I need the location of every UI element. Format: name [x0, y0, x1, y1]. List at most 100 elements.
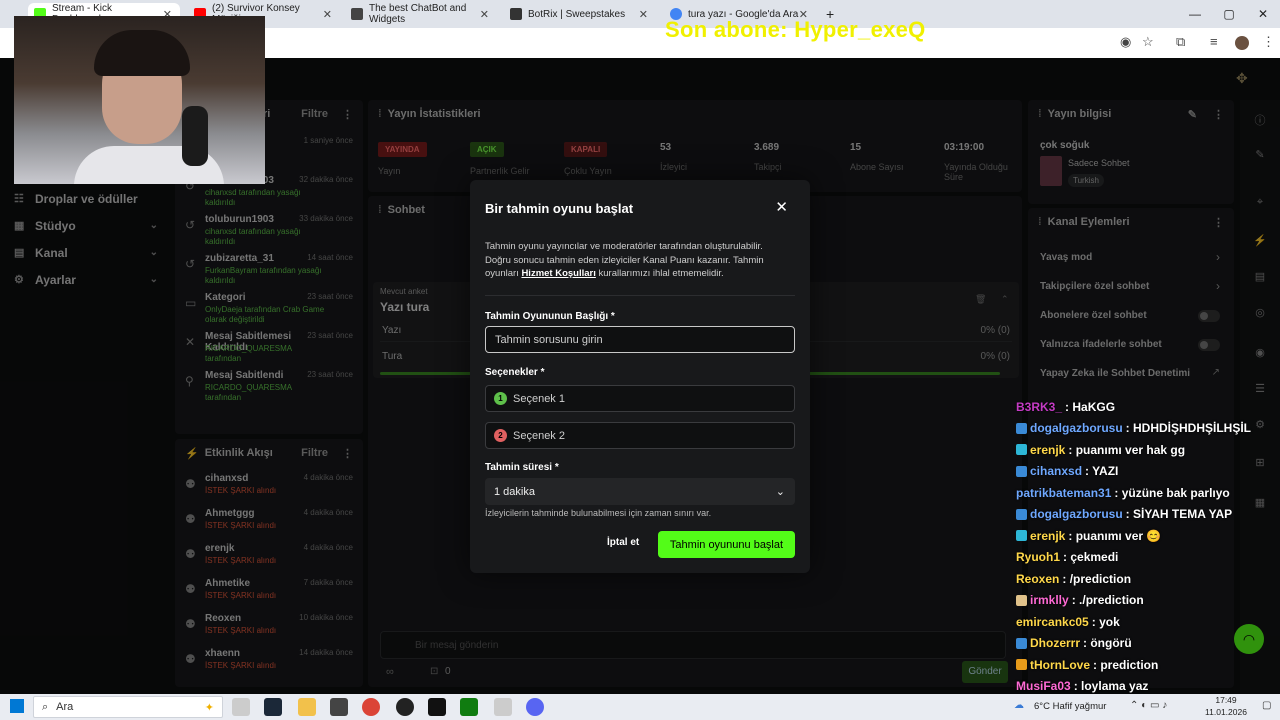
option-2-badge: 2: [494, 429, 507, 442]
chat-username[interactable]: tHornLove: [1030, 658, 1090, 672]
chat-message: irmklly: ./prediction: [1016, 590, 1276, 612]
eye-icon[interactable]: ◉: [1120, 34, 1131, 50]
chat-text: : çekmedi: [1063, 550, 1119, 565]
prediction-modal: Bir tahmin oyunu başlat ✕ Tahmin oyunu y…: [470, 180, 810, 573]
minimize-icon[interactable]: —: [1178, 0, 1212, 28]
notification-icon[interactable]: ▢: [1262, 700, 1271, 711]
input-placeholder: Tahmin sorusunu girin: [495, 333, 603, 346]
search-icon: ⌕: [42, 700, 49, 713]
chat-message: erenjk: puanımı ver hak gg: [1016, 439, 1276, 461]
close-icon[interactable]: ✕: [775, 198, 788, 216]
discord-icon[interactable]: [526, 698, 544, 716]
chat-text: : puanımı ver 😊: [1068, 528, 1162, 543]
taskbar-search[interactable]: ⌕ Ara ✦: [33, 696, 223, 718]
option-2-input[interactable]: 2 Seçenek 2: [485, 422, 795, 449]
store-icon[interactable]: [330, 698, 348, 716]
chat-text: : prediction: [1093, 657, 1159, 672]
tab-label: The best ChatBot and Widgets: [369, 3, 467, 25]
chat-username[interactable]: dogalgazborusu: [1030, 507, 1123, 521]
chat-username[interactable]: dogalgazborusu: [1030, 421, 1123, 435]
input-placeholder: Seçenek 1: [513, 392, 565, 405]
windows-start-icon[interactable]: [10, 699, 24, 713]
chat-badge-icon: [1016, 444, 1027, 456]
clock-date[interactable]: 11.01.2026: [1198, 707, 1254, 717]
maximize-icon[interactable]: ▢: [1212, 0, 1246, 28]
chrome-icon[interactable]: [362, 698, 380, 716]
chevron-down-icon: ⌄: [775, 486, 785, 498]
chat-username[interactable]: irmklly: [1030, 593, 1069, 607]
epic-games-icon[interactable]: [428, 698, 446, 716]
chat-text: : yüzüne bak parlıyo: [1114, 485, 1230, 500]
chat-username[interactable]: erenjk: [1030, 443, 1065, 457]
chat-text: : puanımı ver hak gg: [1068, 442, 1186, 457]
duration-select[interactable]: 1 dakika ⌄: [485, 478, 795, 505]
chat-username[interactable]: Dhozerrr: [1030, 636, 1080, 650]
chat-username[interactable]: erenjk: [1030, 529, 1065, 543]
chat-badge-icon: [1016, 530, 1027, 542]
chat-overlay: B3RK3_: HaKGG dogalgazborusu: HDHDİŞHDHŞİ…: [1016, 396, 1276, 697]
tray-icons[interactable]: ⌃ ◐ ▭ ♪: [1130, 700, 1167, 711]
duration-label: Tahmin süresi *: [485, 462, 559, 473]
duration-value: 1 dakika: [494, 485, 535, 498]
chat-text: : HDHDİŞHDHŞİLHŞİL: [1125, 421, 1252, 436]
chat-message: tHornLove: prediction: [1016, 654, 1276, 676]
weather-text[interactable]: 6°C Hafif yağmur: [1034, 701, 1106, 712]
chat-username[interactable]: Reoxen: [1016, 572, 1059, 586]
terms-link[interactable]: Hizmet Koşulları: [521, 268, 595, 279]
app-icon[interactable]: [494, 698, 512, 716]
chat-username[interactable]: MusiFa03: [1016, 679, 1071, 693]
bookmark-star-icon[interactable]: ☆: [1142, 34, 1154, 50]
extensions-icon[interactable]: ⧉: [1176, 34, 1185, 50]
duration-hint: İzleyicilerin tahminde bulunabilmesi içi…: [485, 508, 712, 518]
botrix-icon: [510, 8, 522, 20]
chat-message: patrikbateman31: yüzüne bak parlıyo: [1016, 482, 1276, 504]
chat-text: : yok: [1091, 614, 1120, 629]
chat-message: emircankc05: yok: [1016, 611, 1276, 633]
taskbar: ⌕ Ara ✦ ☁ 6°C Hafif yağmur ⌃ ◐ ▭ ♪ 17:49…: [0, 694, 1280, 720]
close-window-icon[interactable]: ✕: [1246, 0, 1280, 28]
chat-text: : HaKGG: [1065, 399, 1116, 414]
chat-text: : YAZI: [1085, 464, 1119, 479]
chat-badge-icon: [1016, 594, 1027, 606]
title-label: Tahmin Oyununun Başlığı *: [485, 311, 615, 322]
chat-username[interactable]: B3RK3_: [1016, 400, 1062, 414]
start-prediction-button[interactable]: Tahmin oyununu başlat: [658, 531, 795, 558]
menu-icon[interactable]: ⋮: [1262, 34, 1275, 50]
chat-message: dogalgazborusu: HDHDİŞHDHŞİLHŞİL: [1016, 418, 1276, 440]
divider: [485, 295, 795, 296]
tab-botrix[interactable]: BotRix | Sweepstakes ✕: [504, 3, 656, 25]
steam-icon[interactable]: [264, 698, 282, 716]
obs-icon[interactable]: [396, 698, 414, 716]
chat-text: : loylama yaz: [1073, 679, 1149, 694]
chat-username[interactable]: emircankc05: [1016, 615, 1089, 629]
chat-message: Reoxen: /prediction: [1016, 568, 1276, 590]
task-view-icon[interactable]: [232, 698, 250, 716]
modal-title: Bir tahmin oyunu başlat: [485, 201, 634, 216]
webcam-overlay: [14, 16, 265, 184]
close-tab-icon[interactable]: ✕: [480, 8, 489, 21]
chat-badge-icon: [1016, 637, 1027, 649]
file-explorer-icon[interactable]: [298, 698, 316, 716]
clock-time[interactable]: 17:49: [1206, 695, 1246, 705]
close-tab-icon[interactable]: ✕: [639, 8, 648, 21]
media-icon[interactable]: ≡: [1210, 34, 1218, 49]
prediction-title-input[interactable]: Tahmin sorusunu girin: [485, 326, 795, 353]
close-tab-icon[interactable]: ✕: [323, 8, 332, 21]
desc-text: kurallarımızı ihlal etmemelidir.: [595, 268, 724, 279]
chat-message: erenjk: puanımı ver 😊: [1016, 525, 1276, 547]
cancel-button[interactable]: İptal et: [607, 537, 639, 548]
xbox-icon[interactable]: [460, 698, 478, 716]
tab-chatbot[interactable]: The best ChatBot and Widgets ✕: [345, 3, 497, 25]
chat-text: : /prediction: [1062, 571, 1132, 586]
chat-username[interactable]: patrikbateman31: [1016, 486, 1111, 500]
chat-username[interactable]: cihanxsd: [1030, 464, 1082, 478]
window-controls: — ▢ ✕: [1178, 0, 1280, 28]
chat-badge-icon: [1016, 422, 1027, 434]
profile-avatar[interactable]: [1235, 36, 1249, 50]
chat-message: Ryuoh1: çekmedi: [1016, 547, 1276, 569]
option-1-input[interactable]: 1 Seçenek 1: [485, 385, 795, 412]
tab-label: BotRix | Sweepstakes: [528, 8, 626, 20]
chat-text: : öngörü: [1083, 636, 1132, 651]
sparkle-icon: ✦: [204, 701, 214, 714]
chat-username[interactable]: Ryuoh1: [1016, 550, 1060, 564]
